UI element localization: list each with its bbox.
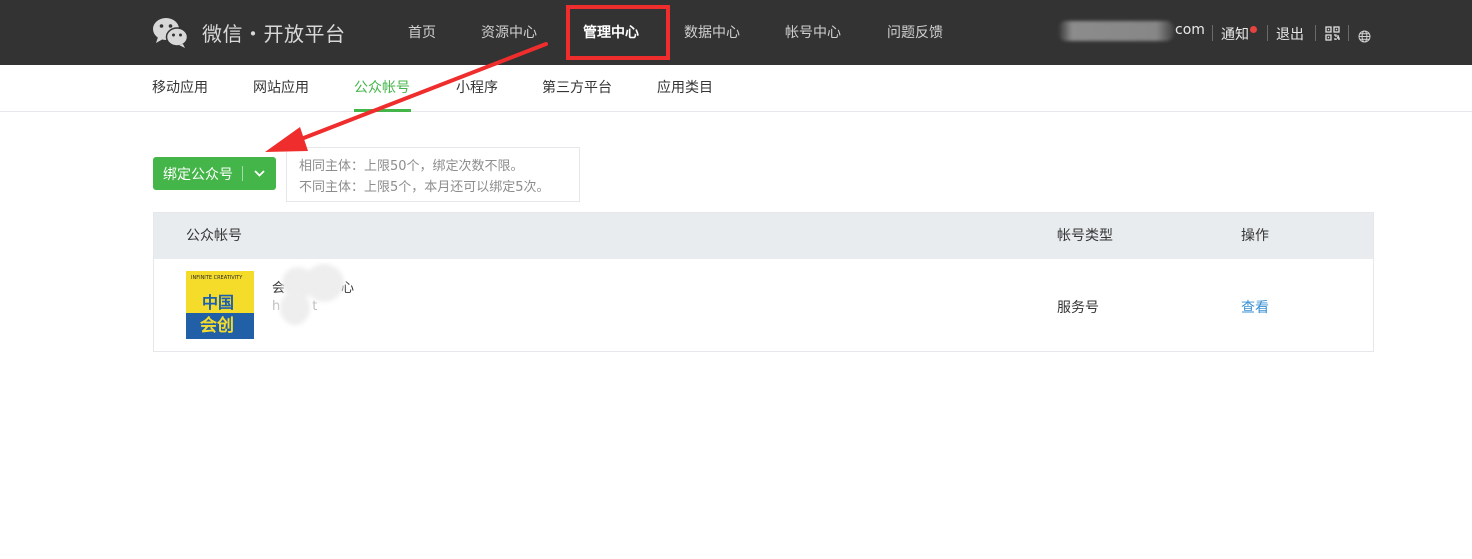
nav-feedback[interactable]: 问题反馈	[887, 0, 943, 65]
table-header: 公众帐号 帐号类型 操作	[154, 213, 1373, 259]
tab-official-accounts[interactable]: 公众帐号	[354, 65, 410, 112]
tip-different-entity: 不同主体：上限5个，本月还可以绑定5次。	[299, 180, 550, 195]
tab-mini-programs[interactable]: 小程序	[456, 65, 498, 112]
bind-limit-tip: 相同主体：上限50个，绑定次数不限。 不同主体：上限5个，本月还可以绑定5次。	[286, 147, 580, 202]
sub-navbar: 移动应用 网站应用 公众帐号 小程序 第三方平台 应用类目	[0, 65, 1472, 112]
account-type: 服务号	[1057, 300, 1099, 316]
redaction-blur	[280, 291, 310, 325]
view-account-link[interactable]: 查看	[1241, 297, 1269, 317]
column-header-account: 公众帐号	[186, 228, 242, 244]
nav-account-center[interactable]: 帐号中心	[785, 0, 841, 65]
account-avatar: INFINITE CREATIVITY 中国 会创	[186, 271, 254, 339]
nav-resource-center[interactable]: 资源中心	[481, 0, 537, 65]
tab-mobile-apps[interactable]: 移动应用	[152, 65, 208, 112]
table-row: INFINITE CREATIVITY 中国 会创 会心 ht 服务号 查看	[154, 259, 1373, 352]
wechat-logo-icon	[152, 16, 188, 48]
divider	[1348, 25, 1349, 41]
divider	[1212, 25, 1213, 41]
tab-website-apps[interactable]: 网站应用	[253, 65, 309, 112]
active-tab-indicator	[354, 109, 411, 112]
bind-official-account-button[interactable]: 绑定公众号	[153, 157, 276, 190]
column-header-action: 操作	[1241, 228, 1269, 244]
divider	[1315, 25, 1316, 41]
notice-badge	[1250, 26, 1257, 33]
platform-logo[interactable]: 微信・开放平台	[152, 15, 346, 49]
avatar-caption: INFINITE CREATIVITY	[191, 275, 243, 281]
platform-title: 微信・开放平台	[202, 21, 346, 46]
avatar-text-top: 中国	[202, 293, 235, 312]
nav-home[interactable]: 首页	[408, 0, 436, 65]
account-email-redacted	[1058, 21, 1174, 41]
notice-link[interactable]: 通知	[1221, 24, 1249, 44]
account-email[interactable]: com	[1175, 22, 1205, 38]
qrcode-icon[interactable]	[1325, 26, 1340, 45]
official-accounts-table: 公众帐号 帐号类型 操作 INFINITE CREATIVITY 中国 会创 会…	[153, 212, 1374, 352]
globe-icon[interactable]	[1358, 28, 1371, 47]
nav-data-center[interactable]: 数据中心	[684, 0, 740, 65]
column-header-type: 帐号类型	[1057, 228, 1113, 244]
divider	[1267, 25, 1268, 41]
top-navbar: 微信・开放平台 首页 资源中心 管理中心 数据中心 帐号中心 问题反馈 com …	[0, 0, 1472, 65]
tab-third-party-platform[interactable]: 第三方平台	[542, 65, 612, 112]
chevron-down-icon[interactable]	[243, 170, 276, 177]
bind-button-label: 绑定公众号	[163, 166, 233, 183]
tab-app-categories[interactable]: 应用类目	[657, 65, 713, 112]
logout-link[interactable]: 退出	[1276, 24, 1304, 44]
redaction-blur	[304, 264, 344, 302]
tip-same-entity: 相同主体：上限50个，绑定次数不限。	[299, 159, 524, 174]
highlight-box	[566, 5, 670, 60]
avatar-text-bottom: 会创	[200, 316, 234, 336]
